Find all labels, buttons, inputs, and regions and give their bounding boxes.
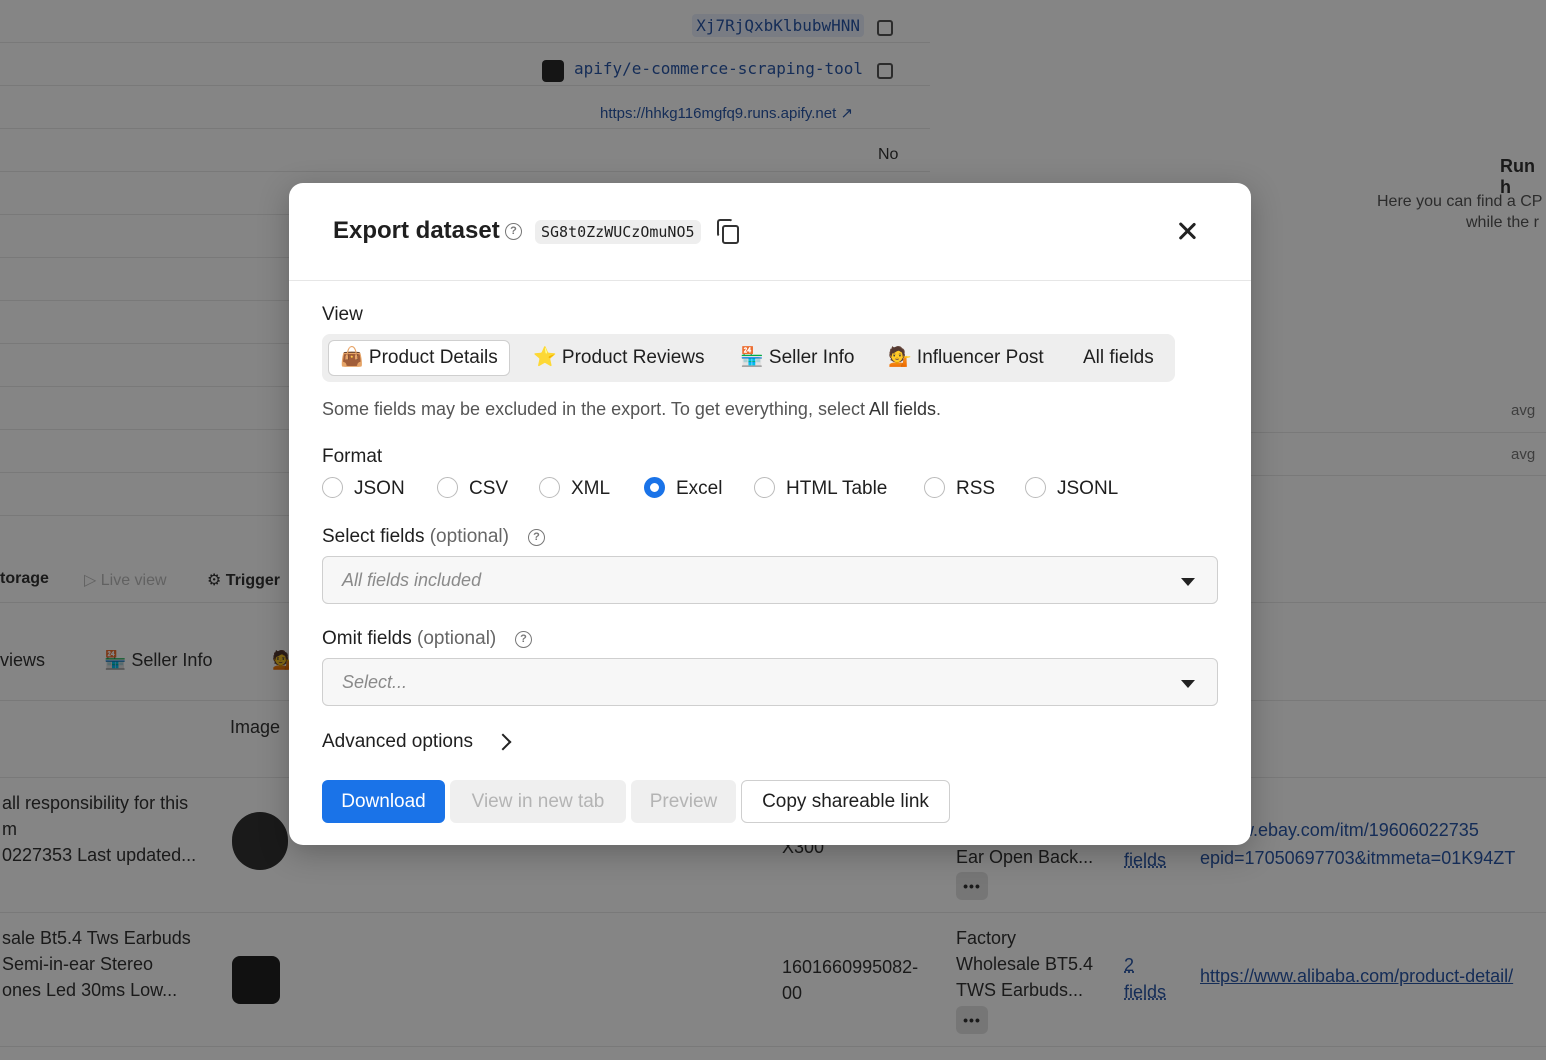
format-rss-radio[interactable]: RSS [924,477,995,500]
tab-all-fields[interactable]: All fields [1072,340,1165,376]
caret-down-icon [1181,578,1195,586]
format-label: Format [322,446,383,467]
format-jsonl-radio[interactable]: JSONL [1025,477,1118,500]
caret-down-icon [1181,680,1195,688]
view-label: View [322,304,363,325]
advanced-options-toggle[interactable]: Advanced options [322,731,473,753]
format-excel-radio[interactable]: Excel [644,477,722,500]
download-button[interactable]: Download [322,780,445,823]
select-fields-placeholder: All fields included [342,570,482,590]
radio-circle[interactable] [754,477,775,499]
view-in-new-tab-button[interactable]: View in new tab [450,780,626,823]
radio-circle[interactable] [437,477,458,499]
close-icon[interactable] [1175,219,1199,243]
radio-circle[interactable] [322,477,343,499]
help-icon[interactable]: ? [505,223,522,240]
help-icon[interactable]: ? [528,529,545,546]
view-tabs: 👜 Product Details ⭐ Product Reviews 🏪 Se… [322,334,1175,382]
tab-product-reviews[interactable]: ⭐ Product Reviews [522,340,716,376]
modal-header: Export dataset ? SG8t0ZzWUCzOmuNO5 [289,183,1251,281]
omit-fields-label: Omit fields (optional) [322,628,497,649]
tab-seller-info[interactable]: 🏪 Seller Info [729,340,865,376]
modal-title: Export dataset [333,217,500,244]
select-fields-dropdown[interactable]: All fields included [322,556,1218,604]
copy-icon[interactable] [717,219,741,245]
radio-circle[interactable] [539,477,560,499]
tab-product-details[interactable]: 👜 Product Details [328,340,510,376]
omit-fields-placeholder: Select... [342,672,408,692]
format-json-radio[interactable]: JSON [322,477,405,500]
format-html-table-radio[interactable]: HTML Table [754,477,887,500]
omit-fields-dropdown[interactable]: Select... [322,658,1218,706]
preview-button[interactable]: Preview [631,780,736,823]
export-hint: Some fields may be excluded in the expor… [322,399,942,419]
select-fields-label: Select fields (optional) [322,526,509,547]
help-icon[interactable]: ? [515,631,532,648]
radio-circle[interactable] [1025,477,1046,499]
format-xml-radio[interactable]: XML [539,477,610,500]
radio-circle[interactable] [644,477,665,499]
radio-circle[interactable] [924,477,945,499]
tab-influencer-post[interactable]: 💁 Influencer Post [877,340,1055,376]
format-csv-radio[interactable]: CSV [437,477,508,500]
export-dataset-modal: Export dataset ? SG8t0ZzWUCzOmuNO5 View … [289,183,1251,845]
dataset-id: SG8t0ZzWUCzOmuNO5 [535,220,701,244]
chevron-right-icon[interactable] [494,733,512,751]
copy-shareable-link-button[interactable]: Copy shareable link [741,780,950,823]
